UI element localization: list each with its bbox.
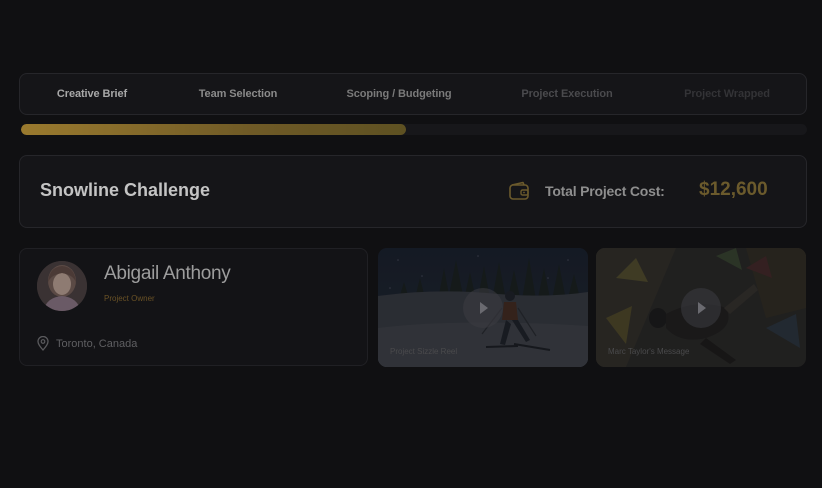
- wallet-icon: [509, 181, 529, 200]
- total-cost-label: Total Project Cost:: [545, 183, 665, 199]
- owner-card: Abigail Anthony Project Owner Toronto, C…: [19, 248, 368, 366]
- step-project-execution[interactable]: Project Execution: [521, 74, 612, 114]
- map-pin-icon: [37, 336, 49, 351]
- owner-name: Abigail Anthony: [104, 263, 231, 284]
- owner-avatar: [37, 261, 87, 311]
- project-dashboard: Creative Brief Team Selection Scoping / …: [0, 0, 822, 488]
- step-scoping-budgeting[interactable]: Scoping / Budgeting: [346, 74, 451, 114]
- total-cost-value: $12,600: [699, 179, 768, 200]
- play-icon[interactable]: [681, 287, 721, 328]
- progress-bar: [21, 124, 807, 135]
- project-summary-card: Snowline Challenge Total Project Cost: $…: [19, 155, 807, 228]
- video-caption: Project Sizzle Reel: [390, 347, 458, 356]
- step-project-wrapped[interactable]: Project Wrapped: [684, 74, 770, 114]
- progress-bar-fill: [21, 124, 407, 135]
- project-stepper: Creative Brief Team Selection Scoping / …: [19, 73, 807, 115]
- video-card-sizzle-reel[interactable]: Project Sizzle Reel: [378, 248, 588, 367]
- project-title: Snowline Challenge: [40, 180, 211, 200]
- video-caption: Marc Taylor's Message: [608, 347, 690, 356]
- video-card-message[interactable]: Marc Taylor's Message: [596, 248, 806, 367]
- step-team-selection[interactable]: Team Selection: [199, 74, 278, 114]
- owner-location: Toronto, Canada: [56, 338, 138, 350]
- owner-role: Project Owner: [104, 294, 155, 303]
- play-icon[interactable]: [463, 287, 503, 328]
- step-creative-brief[interactable]: Creative Brief: [57, 74, 127, 114]
